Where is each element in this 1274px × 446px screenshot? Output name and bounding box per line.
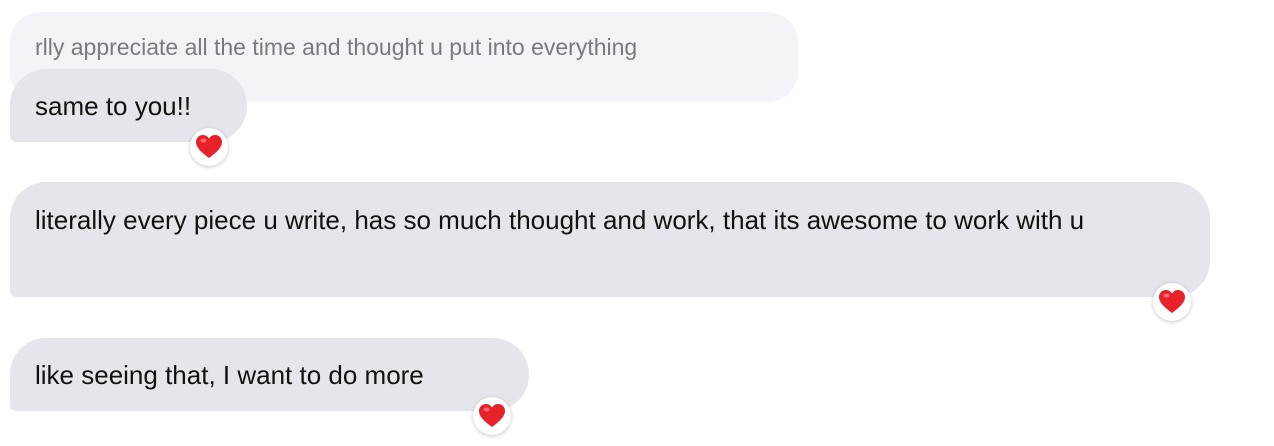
message-thread: rlly appreciate all the time and thought…: [0, 0, 1274, 446]
message-text: like seeing that, I want to do more: [35, 360, 424, 390]
message-bubble[interactable]: like seeing that, I want to do more: [10, 338, 529, 411]
heart-icon: [479, 404, 505, 427]
message-bubble[interactable]: literally every piece u write, has so mu…: [10, 182, 1210, 297]
heart-icon: [1159, 290, 1185, 313]
heart-reaction[interactable]: [473, 397, 511, 435]
quoted-message-text: rlly appreciate all the time and thought…: [35, 34, 638, 60]
heart-reaction[interactable]: [190, 128, 228, 166]
heart-icon: [196, 135, 222, 158]
heart-reaction[interactable]: [1153, 283, 1191, 321]
message-text: same to you!!: [35, 91, 192, 121]
message-text: literally every piece u write, has so mu…: [35, 205, 1085, 235]
